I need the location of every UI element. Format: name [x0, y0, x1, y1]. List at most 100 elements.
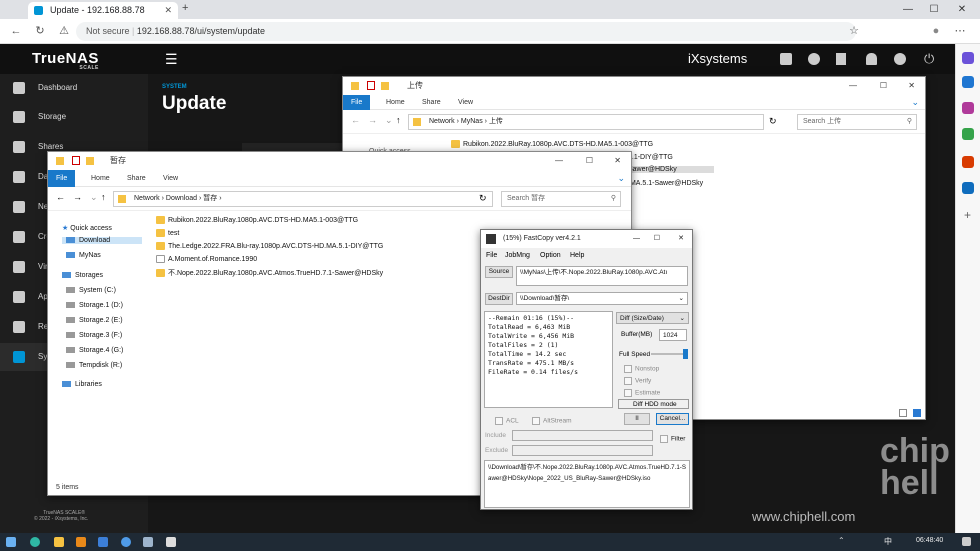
estimate-checkbox[interactable]: Estimate — [624, 389, 660, 397]
path-field[interactable]: Network › MyNas › 上传 — [408, 114, 764, 130]
minimize-icon[interactable]: — — [633, 230, 640, 248]
nav-drive-d[interactable]: Storage.1 (D:) — [66, 302, 123, 309]
list-item[interactable]: A.Moment.of.Romance.1990 — [156, 255, 257, 263]
menu-option[interactable]: Option — [540, 249, 561, 263]
forward-icon[interactable]: → — [73, 192, 82, 202]
search-icon[interactable] — [962, 52, 974, 64]
search-field[interactable]: Search 上传 ⚲ — [797, 114, 917, 130]
tab-file[interactable]: File — [48, 170, 76, 187]
diff-hdd-mode-box[interactable]: Diff HDD mode — [618, 399, 689, 409]
tray-up-icon[interactable]: ⌃ — [838, 536, 845, 545]
list-item[interactable]: Sawer@HDSky — [628, 166, 714, 173]
list-item[interactable]: The.Ledge.2022.FRA.Blu-ray.1080p.AVC.DTS… — [156, 242, 383, 250]
close-icon[interactable]: ✕ — [614, 152, 621, 170]
info-icon[interactable] — [808, 53, 820, 65]
minimize-icon[interactable]: — — [898, 2, 918, 17]
nav-drive-e[interactable]: Storage.2 (E:) — [66, 317, 123, 324]
properties-icon[interactable] — [367, 81, 375, 90]
list-item[interactable]: Rubikon.2022.BluRay.1080p.AVC.DTS-HD.MA5… — [156, 216, 358, 224]
browser-tab[interactable]: Update - 192.168.88.78 ✕ — [28, 2, 178, 19]
back-icon[interactable]: ← — [56, 192, 65, 202]
list-item[interactable]: .MA.5.1-Sawer@HDSky — [628, 180, 703, 187]
search-field[interactable]: Search 暂存 ⚲ — [501, 191, 621, 207]
maximize-icon[interactable]: ☐ — [880, 77, 887, 95]
list-item[interactable]: Rubikon.2022.BluRay.1080p.AVC.DTS-HD.MA5… — [451, 140, 653, 148]
details-view-icon[interactable] — [899, 409, 907, 417]
tab-view[interactable]: View — [163, 170, 178, 185]
back-icon[interactable]: ← — [8, 23, 24, 39]
mode-select[interactable]: Diff (Size/Date) ⌄ — [616, 312, 689, 324]
truecommand-icon[interactable] — [780, 53, 792, 65]
back-icon[interactable]: ← — [351, 115, 360, 125]
new-folder-icon[interactable] — [86, 157, 94, 165]
cancel-button[interactable]: Cancel... — [656, 413, 689, 425]
nonstop-checkbox[interactable]: Nonstop — [624, 365, 659, 373]
new-tab-icon[interactable]: + — [182, 2, 188, 14]
source-button[interactable]: Source — [485, 266, 513, 278]
input-lang[interactable]: 中 — [884, 536, 892, 547]
notification-icon[interactable] — [962, 537, 971, 546]
warning-icon[interactable]: ⚠ — [56, 23, 72, 39]
close-icon[interactable]: ✕ — [678, 230, 684, 248]
speed-thumb[interactable] — [683, 349, 688, 359]
up-icon[interactable]: ↑ — [396, 115, 401, 125]
include-field[interactable] — [512, 430, 653, 441]
menu-jobmng[interactable]: JobMng — [505, 249, 530, 263]
truenas-logo[interactable]: TrueNAS SCALE — [32, 50, 99, 71]
list-item[interactable]: 5.1-DIY@TTG — [628, 154, 673, 161]
nav-storages[interactable]: Storages — [62, 272, 103, 279]
tab-close-icon[interactable]: ✕ — [164, 2, 172, 19]
buffer-field[interactable]: 1024 — [659, 329, 687, 341]
filter-checkbox[interactable]: Filter — [660, 435, 685, 443]
maximize-icon[interactable]: ☐ — [924, 2, 944, 17]
new-folder-icon[interactable] — [381, 82, 389, 90]
account-icon[interactable] — [894, 53, 906, 65]
minimize-icon[interactable]: — — [849, 77, 857, 95]
exclude-field[interactable] — [512, 445, 653, 456]
nav-storage[interactable]: Storage — [0, 103, 148, 131]
edge-icon[interactable] — [30, 537, 40, 547]
tab-home[interactable]: Home — [386, 95, 405, 110]
tools-icon[interactable] — [962, 102, 974, 114]
nav-quick-access[interactable]: ★ Quick access — [62, 224, 112, 232]
outlook-icon[interactable] — [962, 182, 974, 194]
refresh-icon[interactable]: ↻ — [479, 193, 487, 204]
nav-dashboard[interactable]: Dashboard — [0, 74, 148, 102]
ribbon-expand-icon[interactable]: ⌄ — [617, 173, 625, 184]
nav-mynas[interactable]: MyNas — [66, 252, 101, 259]
menu-icon[interactable]: ☰ — [165, 51, 178, 68]
menu-file[interactable]: File — [486, 249, 497, 263]
explorer-icon[interactable] — [54, 537, 64, 547]
up-icon[interactable]: ↑ — [101, 192, 106, 202]
favorite-icon[interactable]: ☆ — [846, 23, 862, 39]
recent-icon[interactable]: ⌄ — [385, 115, 393, 126]
pause-button[interactable]: II — [624, 413, 650, 425]
games-icon[interactable] — [962, 128, 974, 140]
list-item[interactable]: 不.Nope.2022.BluRay.1080p.AVC.Atmos.TrueH… — [156, 268, 383, 278]
nav-drive-g[interactable]: Storage.4 (G:) — [66, 347, 123, 354]
nav-drive-f[interactable]: Storage.3 (F:) — [66, 332, 122, 339]
tab-file[interactable]: File — [343, 95, 371, 110]
tiles-view-icon[interactable] — [913, 409, 921, 417]
power-icon[interactable]: ⏻ — [924, 51, 934, 67]
refresh-icon[interactable]: ↻ — [32, 23, 48, 39]
acl-checkbox[interactable]: ACL — [495, 417, 519, 425]
nav-download[interactable]: Download — [62, 237, 142, 244]
tag-icon[interactable] — [962, 76, 974, 88]
mail-icon[interactable] — [98, 537, 108, 547]
recent-icon[interactable]: ⌄ — [90, 192, 98, 203]
tab-home[interactable]: Home — [91, 170, 110, 185]
destdir-field[interactable]: \\Download\暂存\ ⌄ — [516, 292, 688, 305]
source-field[interactable]: \\MyNas\上传\不.Nope.2022.BluRay.1080p.AVC.… — [516, 266, 688, 286]
forward-icon[interactable]: → — [368, 115, 377, 125]
nav-drive-r[interactable]: Tempdisk (R:) — [66, 362, 122, 369]
altstream-checkbox[interactable]: AltStream — [532, 417, 572, 425]
search-icon[interactable] — [76, 537, 86, 547]
destdir-button[interactable]: DestDir — [485, 293, 513, 305]
properties-icon[interactable] — [72, 156, 80, 165]
minimize-icon[interactable]: — — [555, 152, 563, 170]
maximize-icon[interactable]: ☐ — [654, 230, 660, 248]
close-icon[interactable]: ✕ — [952, 2, 972, 17]
maximize-icon[interactable]: ☐ — [586, 152, 593, 170]
chevron-down-icon[interactable]: ⌄ — [679, 293, 684, 304]
